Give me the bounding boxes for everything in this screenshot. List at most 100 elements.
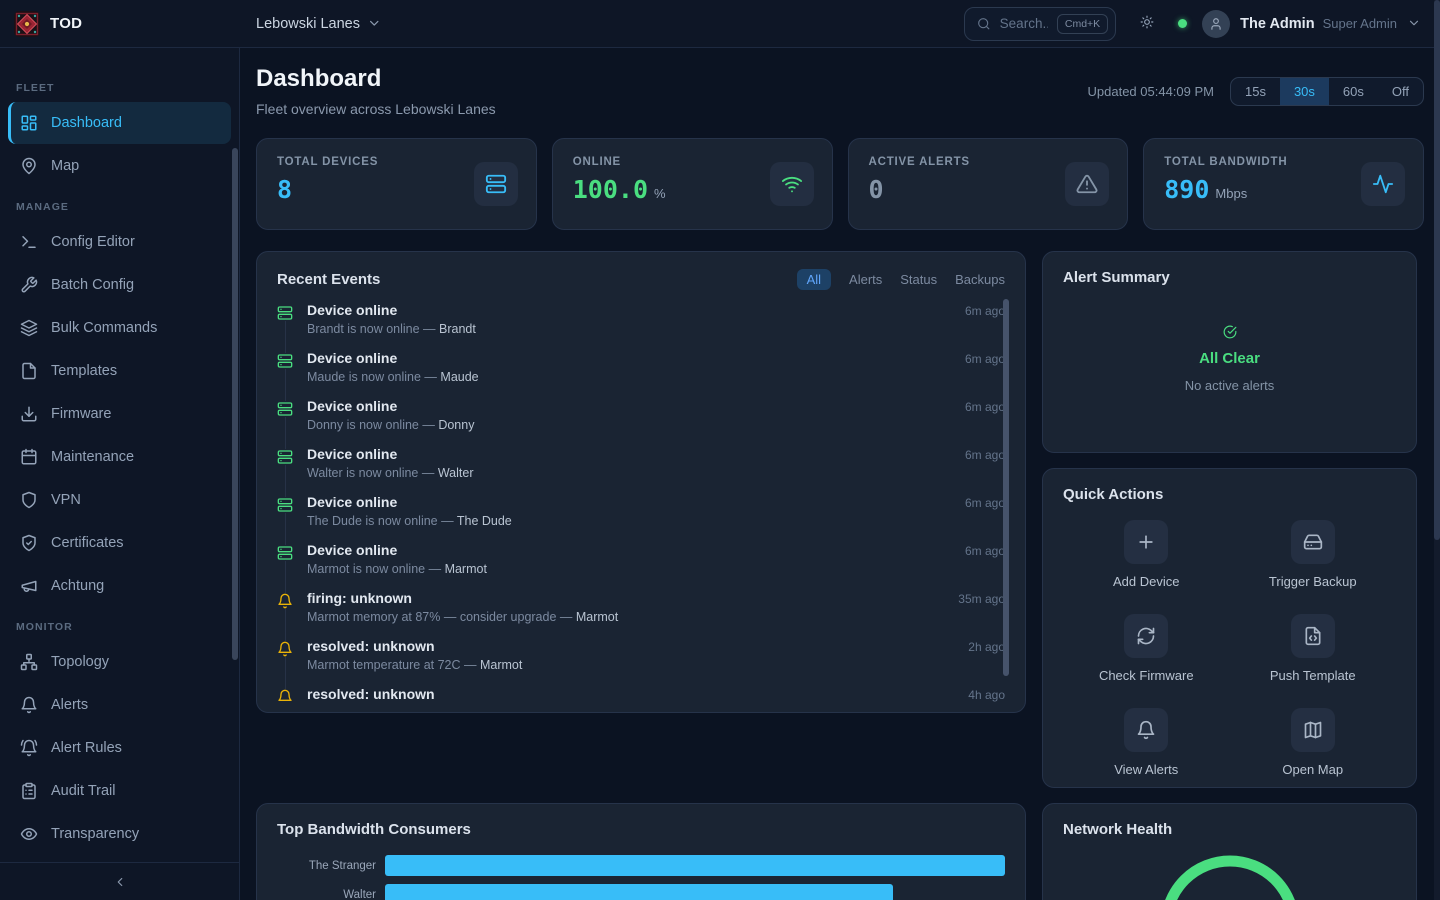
- refresh-option-off[interactable]: Off: [1378, 78, 1423, 105]
- quick-action-label: Trigger Backup: [1269, 574, 1357, 589]
- stat-value: 100.0: [573, 175, 648, 204]
- server-icon: [485, 173, 507, 195]
- calendar-icon: [20, 448, 38, 466]
- filter-tab-alerts[interactable]: Alerts: [849, 272, 882, 287]
- sidebar-section-label: MANAGE: [0, 201, 239, 213]
- network-health-gauge: 100: [1155, 850, 1305, 900]
- brand: TOD: [0, 11, 240, 37]
- stat-value: 890: [1164, 175, 1209, 204]
- event-row[interactable]: Device online Maude is now online — Maude…: [277, 350, 1005, 398]
- search-icon: [977, 17, 991, 31]
- theme-toggle-button[interactable]: [1140, 15, 1158, 33]
- event-row[interactable]: Device onlineThe Dude is now online — Th…: [277, 494, 1005, 542]
- page-subtitle: Fleet overview across Lebowski Lanes: [256, 101, 496, 117]
- event-row[interactable]: resolved: unknown4h ago: [277, 686, 1005, 702]
- event-row[interactable]: Device onlineWalter is now online — Walt…: [277, 446, 1005, 494]
- filter-tab-backups[interactable]: Backups: [955, 272, 1005, 287]
- recent-events-title: Recent Events: [277, 271, 380, 288]
- event-timestamp: 35m ago: [958, 592, 1005, 638]
- event-row[interactable]: Device onlineDonny is now online — Donny…: [277, 398, 1005, 446]
- event-description: Maude is now online — Maude: [307, 370, 951, 384]
- event-row[interactable]: firing: unknownMarmot memory at 87% — co…: [277, 590, 1005, 638]
- event-row[interactable]: resolved: unknownMarmot temperature at 7…: [277, 638, 1005, 686]
- avatar[interactable]: [1202, 10, 1230, 38]
- sidebar-item-config-editor[interactable]: Config Editor: [8, 221, 231, 263]
- refresh-option-15s[interactable]: 15s: [1231, 78, 1280, 105]
- clipboard-list-icon: [20, 782, 38, 800]
- event-title: Device online: [307, 302, 951, 318]
- events-scrollbar[interactable]: [1003, 299, 1009, 676]
- sidebar-item-label: Firmware: [51, 406, 111, 422]
- sidebar-item-map[interactable]: Map: [8, 145, 231, 187]
- shield-check-icon: [20, 534, 38, 552]
- quick-actions-title: Quick Actions: [1063, 486, 1396, 503]
- layout-dashboard-icon: [20, 114, 38, 132]
- quick-action-icon-box: [1124, 520, 1168, 564]
- bandwidth-bar-track: [385, 855, 1005, 876]
- event-body: Device onlineMarmot is now online — Marm…: [307, 542, 951, 590]
- updated-timestamp: Updated 05:44:09 PM: [1088, 84, 1214, 99]
- alert-summary-panel: Alert Summary All Clear No active alerts: [1042, 251, 1417, 453]
- event-timestamp: 6m ago: [965, 544, 1005, 590]
- sidebar-section-label: MONITOR: [0, 621, 239, 633]
- quick-action-label: Add Device: [1113, 574, 1179, 589]
- user-menu-chevron[interactable]: [1407, 16, 1422, 31]
- sidebar-item-achtung[interactable]: Achtung: [8, 565, 231, 607]
- sidebar-item-alert-rules[interactable]: Alert Rules: [8, 727, 231, 769]
- sidebar-item-bulk-commands[interactable]: Bulk Commands: [8, 307, 231, 349]
- file-icon: [20, 362, 38, 380]
- search-placeholder: Search...: [1000, 16, 1048, 31]
- event-body: Device online Brandt is now online — Bran…: [307, 302, 951, 350]
- bandwidth-device-label: The Stranger: [277, 860, 385, 872]
- event-row[interactable]: Device onlineMarmot is now online — Marm…: [277, 542, 1005, 590]
- sidebar-item-label: VPN: [51, 492, 81, 508]
- sidebar-item-firmware[interactable]: Firmware: [8, 393, 231, 435]
- page-scrollbar[interactable]: [1434, 0, 1440, 900]
- event-title: resolved: unknown: [307, 638, 954, 654]
- page-scrollbar-thumb[interactable]: [1434, 0, 1440, 540]
- event-row[interactable]: Device online Brandt is now online — Bran…: [277, 302, 1005, 350]
- filter-tab-all[interactable]: All: [797, 269, 831, 290]
- sidebar-scrollbar[interactable]: [232, 148, 238, 660]
- sidebar-item-batch-config[interactable]: Batch Config: [8, 264, 231, 306]
- quick-action-view-alerts[interactable]: View Alerts: [1063, 708, 1230, 777]
- event-title: Device online: [307, 446, 951, 462]
- fleet-selector[interactable]: Lebowski Lanes: [256, 16, 382, 32]
- sidebar-item-maintenance[interactable]: Maintenance: [8, 436, 231, 478]
- sidebar-item-certificates[interactable]: Certificates: [8, 522, 231, 564]
- quick-action-add-device[interactable]: Add Device: [1063, 520, 1230, 589]
- refresh-option-30s[interactable]: 30s: [1280, 78, 1329, 105]
- quick-action-trigger-backup[interactable]: Trigger Backup: [1230, 520, 1397, 589]
- event-title: Device online: [307, 350, 951, 366]
- sidebar-item-vpn[interactable]: VPN: [8, 479, 231, 521]
- user-role: Super Admin: [1323, 16, 1397, 31]
- map-pin-icon: [20, 157, 38, 175]
- search-input[interactable]: Search... Cmd+K: [964, 7, 1116, 41]
- sidebar-item-dashboard[interactable]: Dashboard: [8, 102, 231, 144]
- sidebar-item-templates[interactable]: Templates: [8, 350, 231, 392]
- filter-tab-status[interactable]: Status: [900, 272, 937, 287]
- sidebar-item-transparency[interactable]: Transparency: [8, 813, 231, 855]
- layers-icon: [20, 319, 38, 337]
- sidebar-item-audit-trail[interactable]: Audit Trail: [8, 770, 231, 812]
- sidebar-item-topology[interactable]: Topology: [8, 641, 231, 683]
- search-shortcut-badge: Cmd+K: [1057, 14, 1108, 34]
- shield-icon: [20, 491, 38, 509]
- stat-value: 8: [277, 175, 292, 204]
- quick-action-icon-box: [1124, 708, 1168, 752]
- stat-unit: %: [654, 186, 666, 201]
- quick-action-check-firmware[interactable]: Check Firmware: [1063, 614, 1230, 683]
- quick-action-push-template[interactable]: Push Template: [1230, 614, 1397, 683]
- eye-icon: [20, 825, 38, 843]
- sidebar-item-label: Batch Config: [51, 277, 134, 293]
- quick-actions-grid: Add Device Trigger Backup Check FirmwarePu…: [1063, 520, 1396, 777]
- event-timestamp: 6m ago: [965, 400, 1005, 446]
- event-description: Brandt is now online — Brandt: [307, 322, 951, 336]
- alert-status: All Clear: [1199, 350, 1260, 367]
- quick-action-open-map[interactable]: Open Map: [1230, 708, 1397, 777]
- event-device: Donny: [438, 418, 474, 432]
- sidebar-item-alerts[interactable]: Alerts: [8, 684, 231, 726]
- sidebar-collapse-button[interactable]: [107, 869, 133, 895]
- fleet-selector-label: Lebowski Lanes: [256, 16, 360, 32]
- refresh-option-60s[interactable]: 60s: [1329, 78, 1378, 105]
